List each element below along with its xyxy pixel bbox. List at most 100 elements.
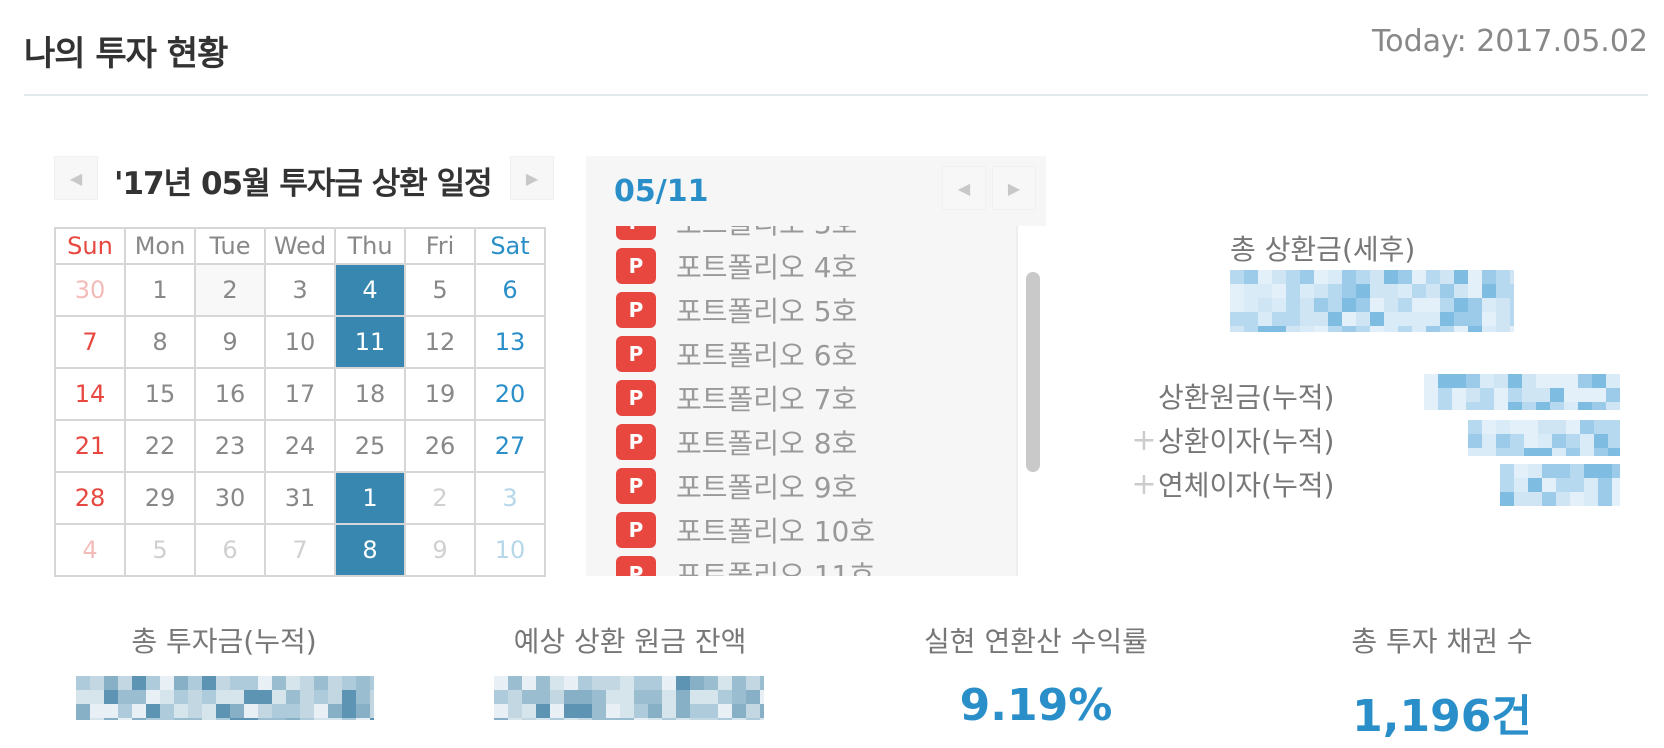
list-item[interactable]: P 포트폴리오 3호 (616, 226, 875, 244)
portfolio-badge: P (616, 512, 656, 548)
calendar-day-highlighted[interactable]: 11 (334, 315, 406, 369)
total-investment-value-redacted (76, 676, 384, 732)
calendar-day[interactable]: 13 (474, 315, 546, 369)
list-item[interactable]: P 포트폴리오 4호 (616, 244, 875, 288)
repayment-breakdown: 상환원금(누적) + 상환이자(누적) + 연체이자(누적) (1130, 374, 1334, 506)
interest-value-redacted (1468, 420, 1622, 462)
page-header: 나의 투자 현황 Today: 2017.05.02 (24, 0, 1648, 96)
calendar-day[interactable]: 2 (404, 471, 476, 525)
portfolio-badge: P (616, 226, 656, 240)
scrollbar-thumb[interactable] (1026, 272, 1040, 472)
weekday-sun: Sun (54, 227, 126, 265)
portfolio-badge: P (616, 424, 656, 460)
calendar-day[interactable]: 18 (334, 367, 406, 421)
schedule-next-button[interactable]: ▶ (992, 166, 1036, 210)
calendar-day[interactable]: 15 (124, 367, 196, 421)
calendar-day[interactable]: 1 (124, 263, 196, 317)
list-item[interactable]: P 포트폴리오 5호 (616, 288, 875, 332)
portfolio-label: 포트폴리오 8호 (676, 427, 858, 460)
schedule-panel: 05/11 ◀ ▶ P포트폴리오 3호 P포트폴리오 4호 P포트폴리오 5호 … (586, 156, 1046, 576)
late-interest-row: + 연체이자(누적) (1130, 462, 1334, 506)
portfolio-label: 포트폴리오 10호 (676, 515, 876, 548)
list-item[interactable]: P 포트폴리오 8호 (616, 420, 875, 464)
calendar-day[interactable]: 9 (194, 315, 266, 369)
calendar-day-highlighted[interactable]: 1 (334, 471, 406, 525)
weekday-wed: Wed (264, 227, 336, 265)
calendar-day[interactable]: 28 (54, 471, 126, 525)
today-date: Today: 2017.05.02 (1372, 24, 1648, 59)
stat-label: 총 투자 채권 수 (1351, 625, 1533, 658)
calendar-day[interactable]: 16 (194, 367, 266, 421)
calendar-day[interactable]: 31 (264, 471, 336, 525)
calendar-day[interactable]: 12 (404, 315, 476, 369)
calendar-day[interactable]: 7 (54, 315, 126, 369)
calendar-day[interactable]: 3 (264, 263, 336, 317)
stat-yield: 실현 연환산 수익률 9.19% (856, 620, 1216, 731)
principal-label: 상환원금(누적) (1158, 381, 1335, 414)
weekday-mon: Mon (124, 227, 196, 265)
calendar-day[interactable]: 14 (54, 367, 126, 421)
calendar-week: 28 29 30 31 1 2 3 (54, 471, 546, 525)
weekday-sat: Sat (474, 227, 546, 265)
triangle-right-icon: ▶ (1007, 178, 1021, 198)
calendar-day[interactable]: 19 (404, 367, 476, 421)
calendar-week: 30 1 2 3 4 5 6 (54, 263, 546, 317)
calendar-day[interactable]: 26 (404, 419, 476, 473)
schedule-list[interactable]: P포트폴리오 3호 P포트폴리오 4호 P포트폴리오 5호 P포트폴리오 6호 … (586, 226, 1018, 576)
calendar-day[interactable]: 5 (404, 263, 476, 317)
calendar-day[interactable]: 4 (54, 523, 126, 577)
stat-label: 예상 상환 원금 잔액 (513, 625, 747, 658)
list-item[interactable]: P 포트폴리오 11호 (616, 552, 875, 576)
list-item[interactable]: P 포트폴리오 9호 (616, 464, 875, 508)
plus-icon: + (1131, 422, 1157, 458)
list-item[interactable]: P 포트폴리오 10호 (616, 508, 875, 552)
calendar-day[interactable]: 23 (194, 419, 266, 473)
portfolio-badge: P (616, 380, 656, 416)
portfolio-label: 포트폴리오 5호 (676, 295, 858, 328)
calendar-day[interactable]: 6 (194, 523, 266, 577)
page-title: 나의 투자 현황 (24, 34, 228, 74)
calendar-week: 14 15 16 17 18 19 20 (54, 367, 546, 421)
calendar-day[interactable]: 25 (334, 419, 406, 473)
calendar-day[interactable]: 6 (474, 263, 546, 317)
calendar-day[interactable]: 3 (474, 471, 546, 525)
calendar-next-button[interactable]: ▶ (510, 156, 554, 200)
calendar-day[interactable]: 21 (54, 419, 126, 473)
schedule-prev-button[interactable]: ◀ (942, 166, 986, 210)
schedule-scrollbar[interactable] (1016, 226, 1046, 576)
calendar-day[interactable]: 22 (124, 419, 196, 473)
interest-row: + 상환이자(누적) (1130, 418, 1334, 462)
calendar-title: '17년 05월 투자금 상환 일정 (114, 166, 493, 202)
calendar-prev-button[interactable]: ◀ (54, 156, 98, 200)
calendar-day[interactable]: 24 (264, 419, 336, 473)
calendar-day-highlighted[interactable]: 8 (334, 523, 406, 577)
list-item[interactable]: P 포트폴리오 6호 (616, 332, 875, 376)
list-item[interactable]: P 포트폴리오 7호 (616, 376, 875, 420)
principal-value-redacted (1424, 374, 1620, 416)
calendar-header: ◀ '17년 05월 투자금 상환 일정 ▶ (54, 156, 554, 204)
portfolio-badge: P (616, 292, 656, 328)
calendar-day[interactable]: 30 (194, 471, 266, 525)
calendar-day[interactable]: 29 (124, 471, 196, 525)
calendar-day[interactable]: 27 (474, 419, 546, 473)
calendar-day-highlighted[interactable]: 4 (334, 263, 406, 317)
calendar-day[interactable]: 9 (404, 523, 476, 577)
portfolio-label: 포트폴리오 9호 (676, 471, 858, 504)
calendar-day[interactable]: 10 (474, 523, 546, 577)
calendar-day[interactable]: 8 (124, 315, 196, 369)
calendar-day[interactable]: 30 (54, 263, 126, 317)
schedule-date: 05/11 (614, 174, 709, 209)
calendar-day[interactable]: 7 (264, 523, 336, 577)
total-repayment-label: 총 상환금(세후) (1230, 233, 1416, 266)
portfolio-badge: P (616, 556, 656, 576)
calendar-day[interactable]: 20 (474, 367, 546, 421)
total-repayment-value-redacted (1230, 270, 1524, 340)
calendar-day[interactable]: 2 (194, 263, 266, 317)
stat-total-investment: 총 투자금(누적) (44, 620, 404, 660)
calendar-day[interactable]: 5 (124, 523, 196, 577)
stat-label: 실현 연환산 수익률 (924, 625, 1148, 658)
calendar-day[interactable]: 10 (264, 315, 336, 369)
calendar-day[interactable]: 17 (264, 367, 336, 421)
plus-icon: + (1131, 466, 1157, 502)
weekday-tue: Tue (194, 227, 266, 265)
